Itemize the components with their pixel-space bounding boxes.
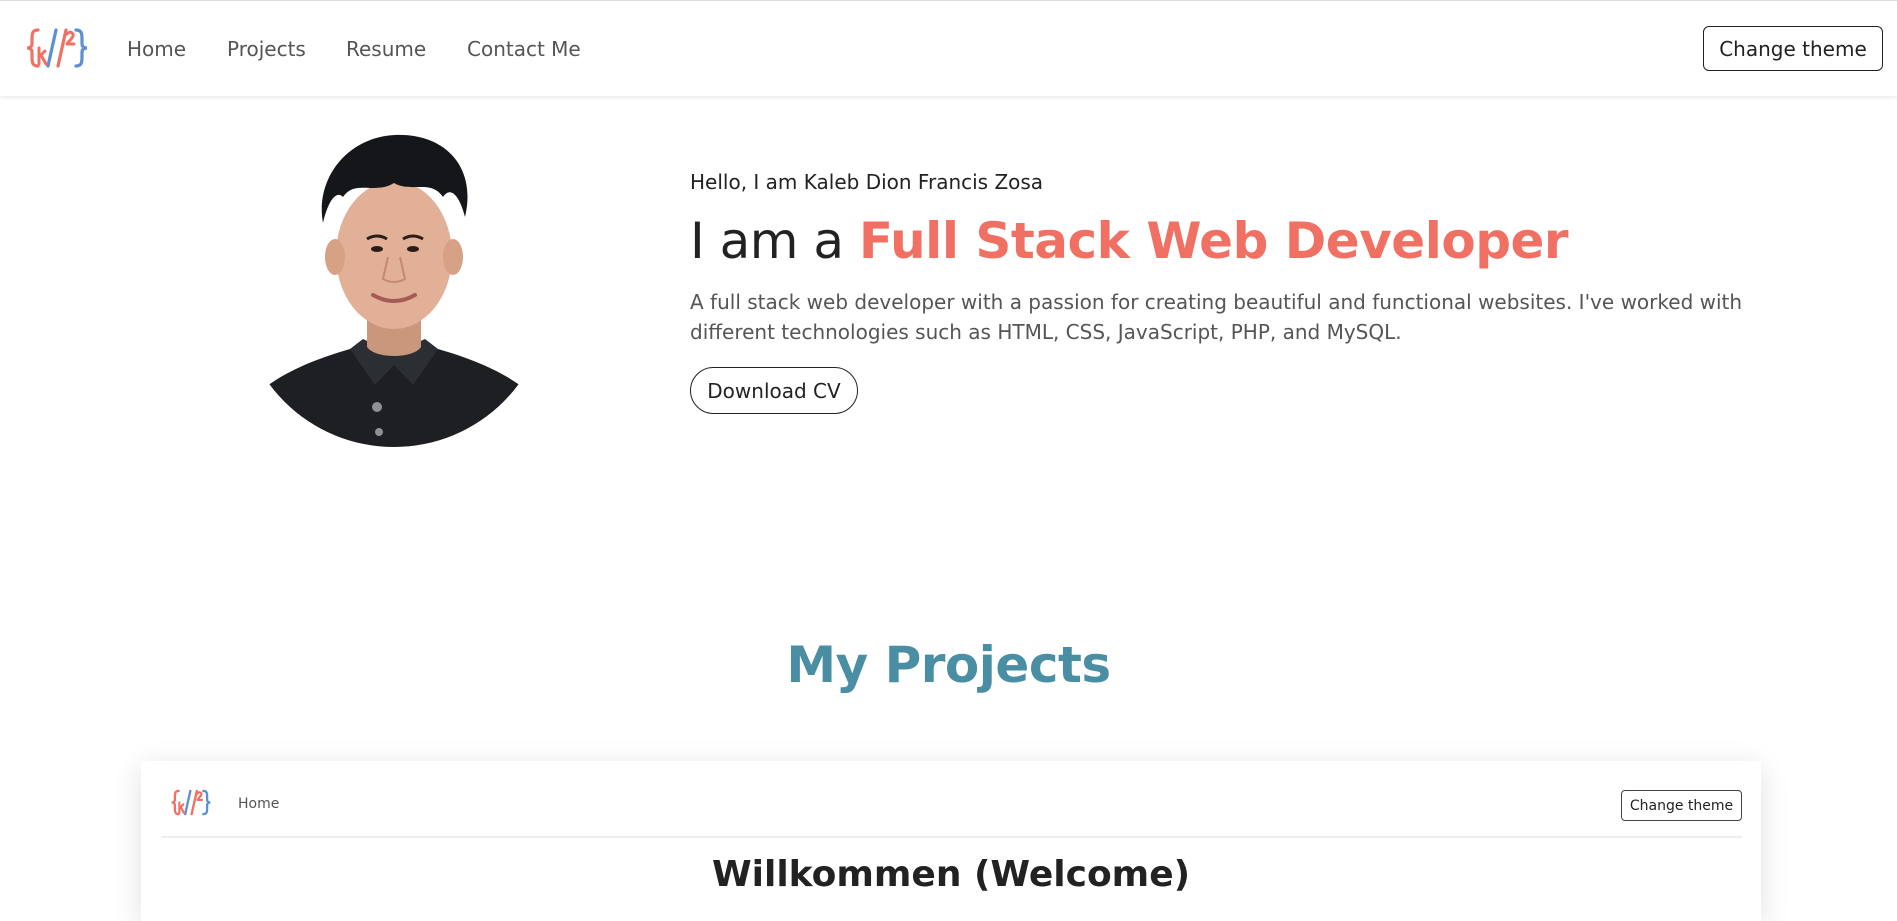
hero-greeting: Hello, I am Kaleb Dion Francis Zosa [690,170,1044,194]
profile-photo [255,134,533,447]
section-title-projects: My Projects [786,636,1111,694]
nav-link-resume[interactable]: Resume [346,37,426,61]
headline-accent: Full Stack Web Developer [858,212,1569,270]
headline-prefix: I am a [690,212,859,270]
download-cv-button[interactable]: Download CV [690,367,858,414]
nav-link-projects[interactable]: Projects [227,37,306,61]
preview-change-theme-button: Change theme [1621,790,1742,821]
preview-nav-home: Home [238,796,280,812]
project-card[interactable]: Home Change theme Willkommen (Welcome) [141,761,1761,921]
hero-headline: I am a Full Stack Web Developer [690,212,1569,270]
nav-link-home[interactable]: Home [127,37,186,61]
preview-logo-icon [171,789,211,816]
nav-link-contact[interactable]: Contact Me [467,37,581,61]
logo-icon[interactable] [26,26,88,70]
preview-divider [161,836,1742,838]
change-theme-button[interactable]: Change theme [1703,26,1883,71]
navbar: Home Projects Resume Contact Me Change t… [0,1,1897,96]
preview-heading: Willkommen (Welcome) [711,854,1191,895]
hero-bio: A full stack web developer with a passio… [690,290,1743,344]
